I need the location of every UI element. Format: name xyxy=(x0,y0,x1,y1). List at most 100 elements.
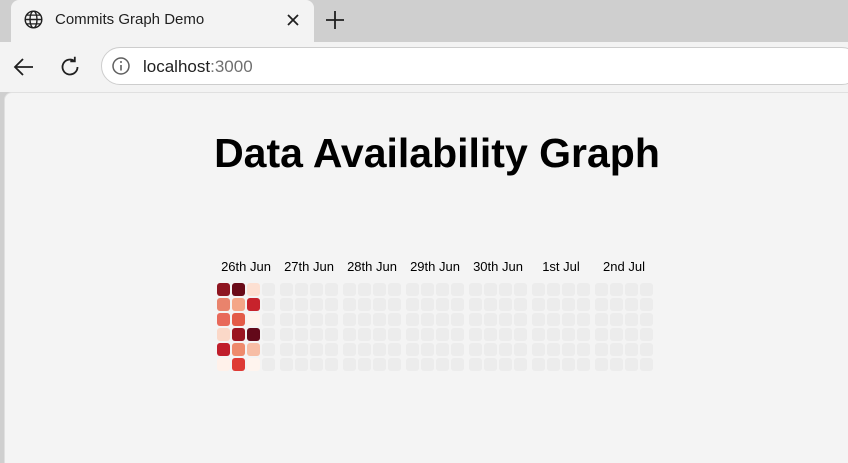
grid-cell[interactable] xyxy=(640,328,653,341)
grid-cell[interactable] xyxy=(343,328,356,341)
grid-cell[interactable] xyxy=(217,343,230,356)
grid-cell[interactable] xyxy=(436,343,449,356)
grid-cell[interactable] xyxy=(532,328,545,341)
grid-cell[interactable] xyxy=(514,358,527,371)
grid-cell[interactable] xyxy=(262,283,275,296)
grid-cell[interactable] xyxy=(640,358,653,371)
grid-cell[interactable] xyxy=(436,328,449,341)
grid-cell[interactable] xyxy=(358,298,371,311)
grid-cell[interactable] xyxy=(232,328,245,341)
grid-cell[interactable] xyxy=(451,328,464,341)
grid-cell[interactable] xyxy=(547,283,560,296)
grid-cell[interactable] xyxy=(310,298,323,311)
grid-cell[interactable] xyxy=(625,328,638,341)
grid-cell[interactable] xyxy=(262,343,275,356)
grid-cell[interactable] xyxy=(421,298,434,311)
grid-cell[interactable] xyxy=(280,313,293,326)
grid-cell[interactable] xyxy=(295,313,308,326)
grid-cell[interactable] xyxy=(343,358,356,371)
grid-cell[interactable] xyxy=(532,283,545,296)
grid-cell[interactable] xyxy=(373,313,386,326)
grid-cell[interactable] xyxy=(232,313,245,326)
grid-cell[interactable] xyxy=(640,313,653,326)
grid-cell[interactable] xyxy=(247,283,260,296)
grid-cell[interactable] xyxy=(421,283,434,296)
grid-cell[interactable] xyxy=(484,358,497,371)
grid-cell[interactable] xyxy=(406,343,419,356)
grid-cell[interactable] xyxy=(310,283,323,296)
reload-icon[interactable] xyxy=(58,55,82,79)
grid-cell[interactable] xyxy=(217,358,230,371)
grid-cell[interactable] xyxy=(532,298,545,311)
grid-cell[interactable] xyxy=(610,358,623,371)
grid-cell[interactable] xyxy=(625,358,638,371)
grid-cell[interactable] xyxy=(406,298,419,311)
grid-cell[interactable] xyxy=(280,283,293,296)
grid-cell[interactable] xyxy=(514,328,527,341)
grid-cell[interactable] xyxy=(217,313,230,326)
grid-cell[interactable] xyxy=(358,313,371,326)
grid-cell[interactable] xyxy=(484,343,497,356)
grid-cell[interactable] xyxy=(232,283,245,296)
grid-cell[interactable] xyxy=(532,358,545,371)
grid-cell[interactable] xyxy=(217,283,230,296)
grid-cell[interactable] xyxy=(343,283,356,296)
grid-cell[interactable] xyxy=(406,313,419,326)
grid-cell[interactable] xyxy=(295,298,308,311)
grid-cell[interactable] xyxy=(373,328,386,341)
grid-cell[interactable] xyxy=(499,298,512,311)
grid-cell[interactable] xyxy=(358,328,371,341)
grid-cell[interactable] xyxy=(373,358,386,371)
grid-cell[interactable] xyxy=(547,328,560,341)
grid-cell[interactable] xyxy=(562,283,575,296)
grid-cell[interactable] xyxy=(388,328,401,341)
grid-cell[interactable] xyxy=(232,358,245,371)
grid-cell[interactable] xyxy=(388,343,401,356)
grid-cell[interactable] xyxy=(436,358,449,371)
grid-cell[interactable] xyxy=(595,313,608,326)
grid-cell[interactable] xyxy=(295,343,308,356)
grid-cell[interactable] xyxy=(280,343,293,356)
grid-cell[interactable] xyxy=(247,328,260,341)
grid-cell[interactable] xyxy=(469,358,482,371)
grid-cell[interactable] xyxy=(469,343,482,356)
grid-cell[interactable] xyxy=(451,313,464,326)
grid-cell[interactable] xyxy=(577,343,590,356)
grid-cell[interactable] xyxy=(469,298,482,311)
grid-cell[interactable] xyxy=(547,358,560,371)
grid-cell[interactable] xyxy=(625,298,638,311)
grid-cell[interactable] xyxy=(451,358,464,371)
grid-cell[interactable] xyxy=(499,358,512,371)
grid-cell[interactable] xyxy=(358,343,371,356)
grid-cell[interactable] xyxy=(373,343,386,356)
grid-cell[interactable] xyxy=(610,313,623,326)
grid-cell[interactable] xyxy=(421,328,434,341)
grid-cell[interactable] xyxy=(610,283,623,296)
grid-cell[interactable] xyxy=(247,313,260,326)
grid-cell[interactable] xyxy=(262,313,275,326)
grid-cell[interactable] xyxy=(295,328,308,341)
grid-cell[interactable] xyxy=(421,313,434,326)
site-info-icon[interactable] xyxy=(111,56,131,76)
grid-cell[interactable] xyxy=(595,283,608,296)
grid-cell[interactable] xyxy=(532,343,545,356)
grid-cell[interactable] xyxy=(325,283,338,296)
grid-cell[interactable] xyxy=(262,358,275,371)
grid-cell[interactable] xyxy=(514,343,527,356)
grid-cell[interactable] xyxy=(484,328,497,341)
grid-cell[interactable] xyxy=(562,298,575,311)
grid-cell[interactable] xyxy=(640,343,653,356)
grid-cell[interactable] xyxy=(577,298,590,311)
grid-cell[interactable] xyxy=(325,328,338,341)
grid-cell[interactable] xyxy=(310,343,323,356)
grid-cell[interactable] xyxy=(388,313,401,326)
grid-cell[interactable] xyxy=(217,298,230,311)
grid-cell[interactable] xyxy=(406,283,419,296)
grid-cell[interactable] xyxy=(640,283,653,296)
grid-cell[interactable] xyxy=(358,358,371,371)
grid-cell[interactable] xyxy=(484,313,497,326)
grid-cell[interactable] xyxy=(595,358,608,371)
grid-cell[interactable] xyxy=(232,343,245,356)
grid-cell[interactable] xyxy=(499,328,512,341)
grid-cell[interactable] xyxy=(280,358,293,371)
